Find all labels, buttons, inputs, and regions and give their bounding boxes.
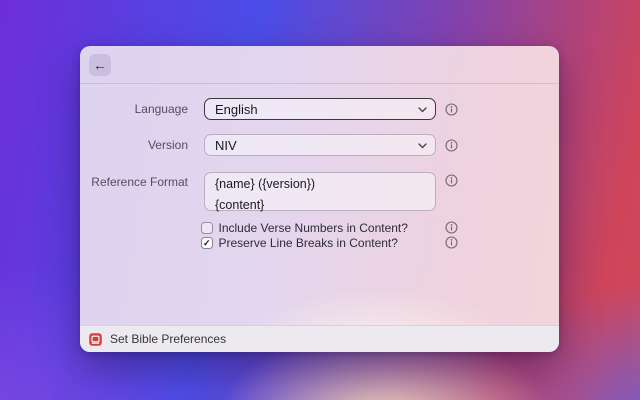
desktop-background: ← Language English Version NIV Reference…: [0, 0, 640, 400]
chevron-down-icon: [418, 142, 427, 148]
language-label: Language: [134, 102, 188, 116]
command-name: Set Bible Preferences: [110, 332, 227, 346]
language-selected-value: English: [215, 101, 258, 117]
verse-numbers-row: ✓ Include Verse Numbers in Content?: [201, 221, 408, 235]
bible-book-icon: [89, 332, 102, 346]
reference-format-textarea[interactable]: {name} ({version}) {content}: [204, 172, 436, 212]
version-selected-value: NIV: [215, 137, 237, 153]
language-info-icon[interactable]: [445, 103, 458, 116]
line-breaks-row: ✓ Preserve Line Breaks in Content?: [201, 236, 398, 250]
checkbox[interactable]: ✓: [201, 237, 213, 249]
reference-format-value: {name} ({version}) {content}: [215, 177, 316, 212]
language-dropdown[interactable]: English: [204, 98, 436, 120]
version-label: Version: [147, 138, 188, 152]
version-info-icon[interactable]: [445, 139, 458, 152]
line-breaks-info-icon[interactable]: [445, 236, 458, 249]
checkmark-icon: ✓: [202, 237, 211, 248]
line-breaks-label: Preserve Line Breaks in Content?: [218, 236, 398, 250]
back-button[interactable]: ←: [89, 54, 111, 76]
back-arrow-icon: ←: [93, 57, 107, 73]
checkbox[interactable]: ✓: [201, 222, 213, 234]
window-header: ←: [80, 46, 559, 84]
verse-numbers-info-icon[interactable]: [445, 221, 458, 234]
reference-format-info-icon[interactable]: [445, 174, 458, 187]
preferences-window: ← Language English Version NIV Reference…: [80, 46, 559, 352]
version-dropdown[interactable]: NIV: [204, 134, 436, 156]
window-footer: Set Bible Preferences: [80, 325, 559, 352]
chevron-down-icon: [418, 106, 427, 112]
verse-numbers-label: Include Verse Numbers in Content?: [218, 221, 408, 235]
reference-format-label: Reference Format: [91, 175, 188, 189]
